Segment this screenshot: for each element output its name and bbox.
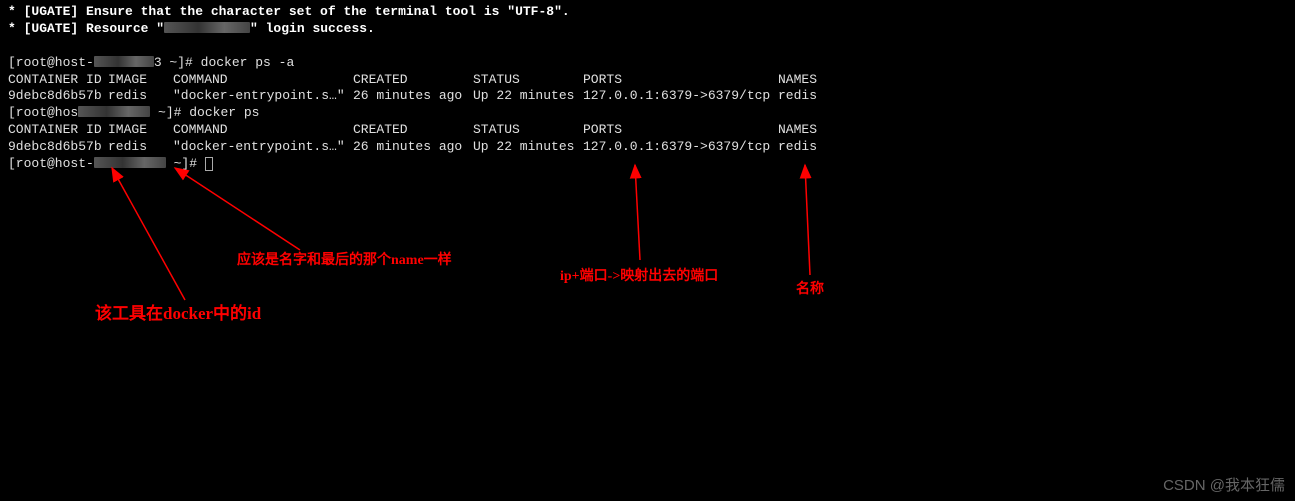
- annotation-arrows: [0, 0, 1295, 501]
- csdn-watermark: CSDN @我本狂儒: [1163, 476, 1285, 496]
